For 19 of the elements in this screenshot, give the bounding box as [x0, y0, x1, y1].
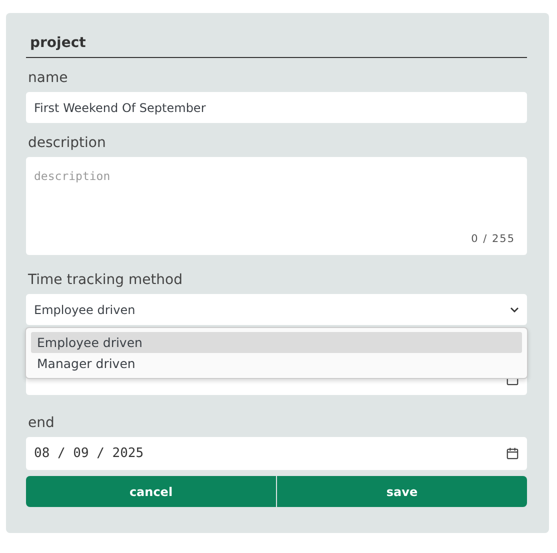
dropdown-option[interactable]: Employee driven — [31, 332, 522, 353]
char-counter: 0 / 255 — [471, 233, 515, 245]
field-label: name — [28, 70, 69, 86]
cancel-button[interactable]: cancel — [26, 476, 276, 507]
field-label: end — [28, 415, 56, 431]
date-field[interactable]: 08 / 09 / 2025 — [26, 437, 527, 470]
save-button[interactable]: save — [277, 476, 527, 507]
select-field[interactable]: Employee driven — [26, 294, 527, 325]
name-field[interactable]: First Weekend Of September — [26, 92, 527, 123]
chevron-icon — [510, 306, 519, 312]
description-field[interactable]: description 0 / 255 — [26, 157, 527, 255]
date-value: 08 / 09 / 2025 — [34, 446, 144, 461]
form-title: project — [26, 35, 527, 58]
calendar-icon[interactable] — [506, 447, 519, 460]
dropdown-option[interactable]: Manager driven — [31, 353, 522, 374]
select-value: Employee driven — [34, 302, 136, 316]
field-label: description — [28, 135, 107, 151]
placeholder: description — [34, 169, 110, 183]
field-label: Time tracking method — [28, 272, 184, 288]
